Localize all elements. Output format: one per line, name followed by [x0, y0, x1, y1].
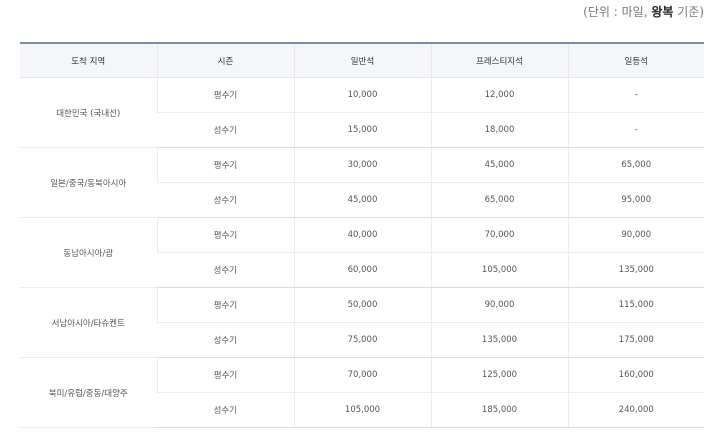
unit-note-prefix: (단위 : 마일,	[583, 5, 652, 19]
season-cell: 성수기	[157, 252, 294, 288]
season-cell: 평수기	[156, 357, 294, 393]
economy-cell: 75,000	[293, 322, 431, 358]
season-cell: 평수기	[156, 287, 294, 323]
first-cell: 175,000	[567, 322, 704, 358]
economy-cell: 40,000	[293, 217, 431, 253]
first-cell: 115,000	[567, 287, 704, 323]
economy-cell: 45,000	[293, 182, 431, 218]
economy-cell: 30,000	[293, 147, 431, 183]
season-cell: 성수기	[157, 182, 294, 218]
table-header-row: 도착 지역 시즌 일반석 프레스티지석 일등석	[20, 42, 704, 78]
first-cell: -	[567, 112, 704, 148]
season-cell: 평수기	[156, 217, 294, 253]
prestige-cell: 70,000	[430, 217, 568, 253]
economy-cell: 50,000	[293, 287, 431, 323]
first-cell: 95,000	[567, 182, 704, 218]
prestige-cell: 12,000	[430, 77, 568, 113]
region-cell: 북미/유럽/중동/대양주	[20, 357, 157, 428]
table-row: 일본/중국/동북아시아 평수기 30,000 45,000 65,000	[20, 147, 704, 218]
table-row: 서남아시아/타슈켄트 평수기 50,000 90,000 115,000	[20, 287, 704, 358]
header-economy: 일반석	[293, 42, 431, 78]
economy-cell: 15,000	[293, 112, 431, 148]
first-cell: 240,000	[567, 392, 704, 428]
season-cell: 평수기	[156, 77, 294, 113]
prestige-cell: 90,000	[430, 287, 568, 323]
first-cell: 65,000	[567, 147, 704, 183]
header-region: 도착 지역	[20, 42, 157, 78]
table-row: 대한민국 (국내선) 평수기 10,000 12,000 -	[20, 77, 704, 148]
first-cell: 135,000	[567, 252, 704, 288]
unit-note: (단위 : 마일, 왕복 기준)	[583, 3, 704, 20]
prestige-cell: 185,000	[430, 392, 568, 428]
first-cell: -	[567, 77, 704, 113]
region-cell: 동남아시아/괌	[20, 217, 157, 288]
region-cell: 서남아시아/타슈켄트	[20, 287, 157, 358]
prestige-cell: 105,000	[430, 252, 568, 288]
region-cell: 대한민국 (국내선)	[20, 77, 157, 148]
economy-cell: 10,000	[293, 77, 431, 113]
mileage-award-table: 도착 지역 시즌 일반석 프레스티지석 일등석 대한민국 (국내선) 평수기 1…	[20, 42, 704, 428]
header-prestige: 프레스티지석	[430, 42, 568, 78]
table-row: 동남아시아/괌 평수기 40,000 70,000 90,000	[20, 217, 704, 288]
season-cell: 성수기	[157, 322, 294, 358]
mileage-table-container: 도착 지역 시즌 일반석 프레스티지석 일등석 대한민국 (국내선) 평수기 1…	[20, 42, 704, 428]
season-cell: 평수기	[156, 147, 294, 183]
prestige-cell: 45,000	[430, 147, 568, 183]
season-cell: 성수기	[157, 392, 294, 428]
region-cell: 일본/중국/동북아시아	[20, 147, 157, 218]
prestige-cell: 125,000	[430, 357, 568, 393]
unit-note-bold: 왕복	[651, 5, 674, 19]
prestige-cell: 65,000	[430, 182, 568, 218]
economy-cell: 70,000	[293, 357, 431, 393]
season-cell: 성수기	[157, 112, 294, 148]
first-cell: 160,000	[567, 357, 704, 393]
prestige-cell: 135,000	[430, 322, 568, 358]
table-row: 북미/유럽/중동/대양주 평수기 70,000 125,000 160,000	[20, 357, 704, 428]
unit-note-suffix: 기준)	[673, 5, 704, 19]
economy-cell: 60,000	[293, 252, 431, 288]
first-cell: 90,000	[567, 217, 704, 253]
economy-cell: 105,000	[293, 392, 431, 428]
header-season: 시즌	[156, 42, 294, 78]
header-first: 일등석	[567, 42, 704, 78]
prestige-cell: 18,000	[430, 112, 568, 148]
